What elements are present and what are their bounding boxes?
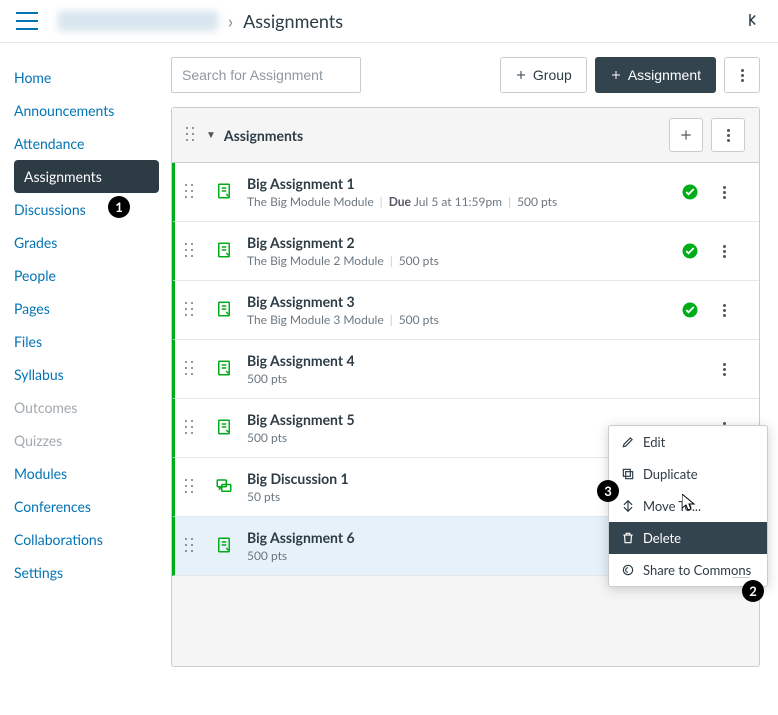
- row-main: Big Assignment 1 The Big Module Module|Du…: [247, 175, 681, 209]
- assignment-subtitle: The Big Module 3 Module|500 pts: [247, 312, 681, 327]
- row-more-button[interactable]: [713, 304, 735, 317]
- top-bar: › Assignments: [0, 0, 778, 43]
- sidebar-item-announcements[interactable]: Announcements: [0, 94, 165, 127]
- breadcrumb-separator: ›: [228, 10, 233, 32]
- assignment-row[interactable]: Big Assignment 1 The Big Module Module|Du…: [172, 163, 759, 222]
- assignment-subtitle: 500 pts: [247, 371, 713, 386]
- row-context-menu: EditDuplicateMove To...DeleteShare to Co…: [608, 425, 768, 587]
- assignment-icon: [215, 536, 233, 557]
- menu-item-delete[interactable]: Delete: [609, 522, 767, 554]
- assignment-title[interactable]: Big Assignment 2: [247, 234, 681, 251]
- annotation-badge-1: 1: [108, 196, 130, 218]
- drag-handle-icon[interactable]: [185, 243, 195, 259]
- assignment-row[interactable]: Big Assignment 2 The Big Module 2 Module|…: [172, 222, 759, 281]
- published-check-icon[interactable]: [681, 242, 699, 260]
- toolbar: Group Assignment: [171, 57, 760, 93]
- annotation-badge-3: 3: [597, 480, 619, 502]
- drag-handle-icon[interactable]: [186, 127, 196, 143]
- sidebar-item-settings[interactable]: Settings: [0, 556, 165, 589]
- collapse-sidebar-icon[interactable]: [744, 11, 762, 32]
- menu-item-edit[interactable]: Edit: [609, 426, 767, 458]
- assignment-icon: [215, 359, 233, 380]
- assignment-icon: [215, 241, 233, 262]
- row-main: Big Assignment 3 The Big Module 3 Module|…: [247, 293, 681, 327]
- row-more-button[interactable]: [713, 186, 735, 199]
- assignment-row[interactable]: Big Assignment 3 The Big Module 3 Module|…: [172, 281, 759, 340]
- row-main: Big Assignment 4 500 pts: [247, 352, 713, 386]
- assignment-subtitle: The Big Module Module|Due Jul 5 at 11:59…: [247, 194, 681, 209]
- published-check-icon[interactable]: [681, 183, 699, 201]
- annotation-badge-2: 2: [742, 580, 764, 602]
- row-more-button[interactable]: [713, 363, 735, 376]
- assignment-subtitle: The Big Module 2 Module|500 pts: [247, 253, 681, 268]
- sidebar-item-people[interactable]: People: [0, 259, 165, 292]
- sidebar-item-pages[interactable]: Pages: [0, 292, 165, 325]
- sidebar-item-modules[interactable]: Modules: [0, 457, 165, 490]
- assignment-title[interactable]: Big Assignment 4: [247, 352, 713, 369]
- sidebar-item-quizzes[interactable]: Quizzes: [0, 424, 165, 457]
- drag-handle-icon[interactable]: [185, 420, 195, 436]
- sidebar-item-collaborations[interactable]: Collaborations: [0, 523, 165, 556]
- sidebar-item-discussions[interactable]: Discussions: [0, 193, 165, 226]
- main-content: Group Assignment ▼ Assignments: [165, 43, 778, 687]
- toolbar-more-button[interactable]: [724, 57, 760, 93]
- sidebar-item-grades[interactable]: Grades: [0, 226, 165, 259]
- sidebar-item-files[interactable]: Files: [0, 325, 165, 358]
- row-more-button[interactable]: [713, 245, 735, 258]
- breadcrumb-current: Assignments: [243, 10, 343, 32]
- menu-item-move-to-[interactable]: Move To...: [609, 490, 767, 522]
- discussion-icon: [215, 477, 233, 498]
- assignment-icon: [215, 182, 233, 203]
- assignment-icon: [215, 418, 233, 439]
- assignment-title[interactable]: Big Assignment 1: [247, 175, 681, 192]
- sidebar-item-outcomes[interactable]: Outcomes: [0, 391, 165, 424]
- drag-handle-icon[interactable]: [185, 538, 195, 554]
- group-more-button[interactable]: [711, 118, 745, 152]
- hamburger-menu-icon[interactable]: [16, 12, 38, 30]
- course-nav: HomeAnnouncementsAttendanceAssignmentsDi…: [0, 43, 165, 687]
- drag-handle-icon[interactable]: [185, 361, 195, 377]
- assignment-row[interactable]: Big Assignment 4 500 pts: [172, 340, 759, 399]
- breadcrumb-course-blurred: [58, 11, 218, 31]
- assignment-title[interactable]: Big Assignment 3: [247, 293, 681, 310]
- menu-item-share-to-commons[interactable]: Share to Commons: [609, 554, 767, 586]
- drag-handle-icon[interactable]: [185, 184, 195, 200]
- group-title: Assignments: [224, 127, 303, 144]
- add-assignment-button[interactable]: Assignment: [595, 57, 716, 93]
- sidebar-item-conferences[interactable]: Conferences: [0, 490, 165, 523]
- add-group-button[interactable]: Group: [500, 57, 587, 93]
- menu-item-duplicate[interactable]: Duplicate: [609, 458, 767, 490]
- drag-handle-icon[interactable]: [185, 479, 195, 495]
- assignment-icon: [215, 300, 233, 321]
- sidebar-item-home[interactable]: Home: [0, 61, 165, 94]
- sidebar-item-attendance[interactable]: Attendance: [0, 127, 165, 160]
- group-add-button[interactable]: [669, 118, 703, 152]
- group-header: ▼ Assignments: [172, 108, 759, 163]
- search-input[interactable]: [171, 57, 361, 93]
- drag-handle-icon[interactable]: [185, 302, 195, 318]
- collapse-caret-icon[interactable]: ▼: [206, 129, 216, 141]
- row-main: Big Assignment 2 The Big Module 2 Module|…: [247, 234, 681, 268]
- published-check-icon[interactable]: [681, 301, 699, 319]
- sidebar-item-assignments[interactable]: Assignments: [14, 160, 159, 193]
- sidebar-item-syllabus[interactable]: Syllabus: [0, 358, 165, 391]
